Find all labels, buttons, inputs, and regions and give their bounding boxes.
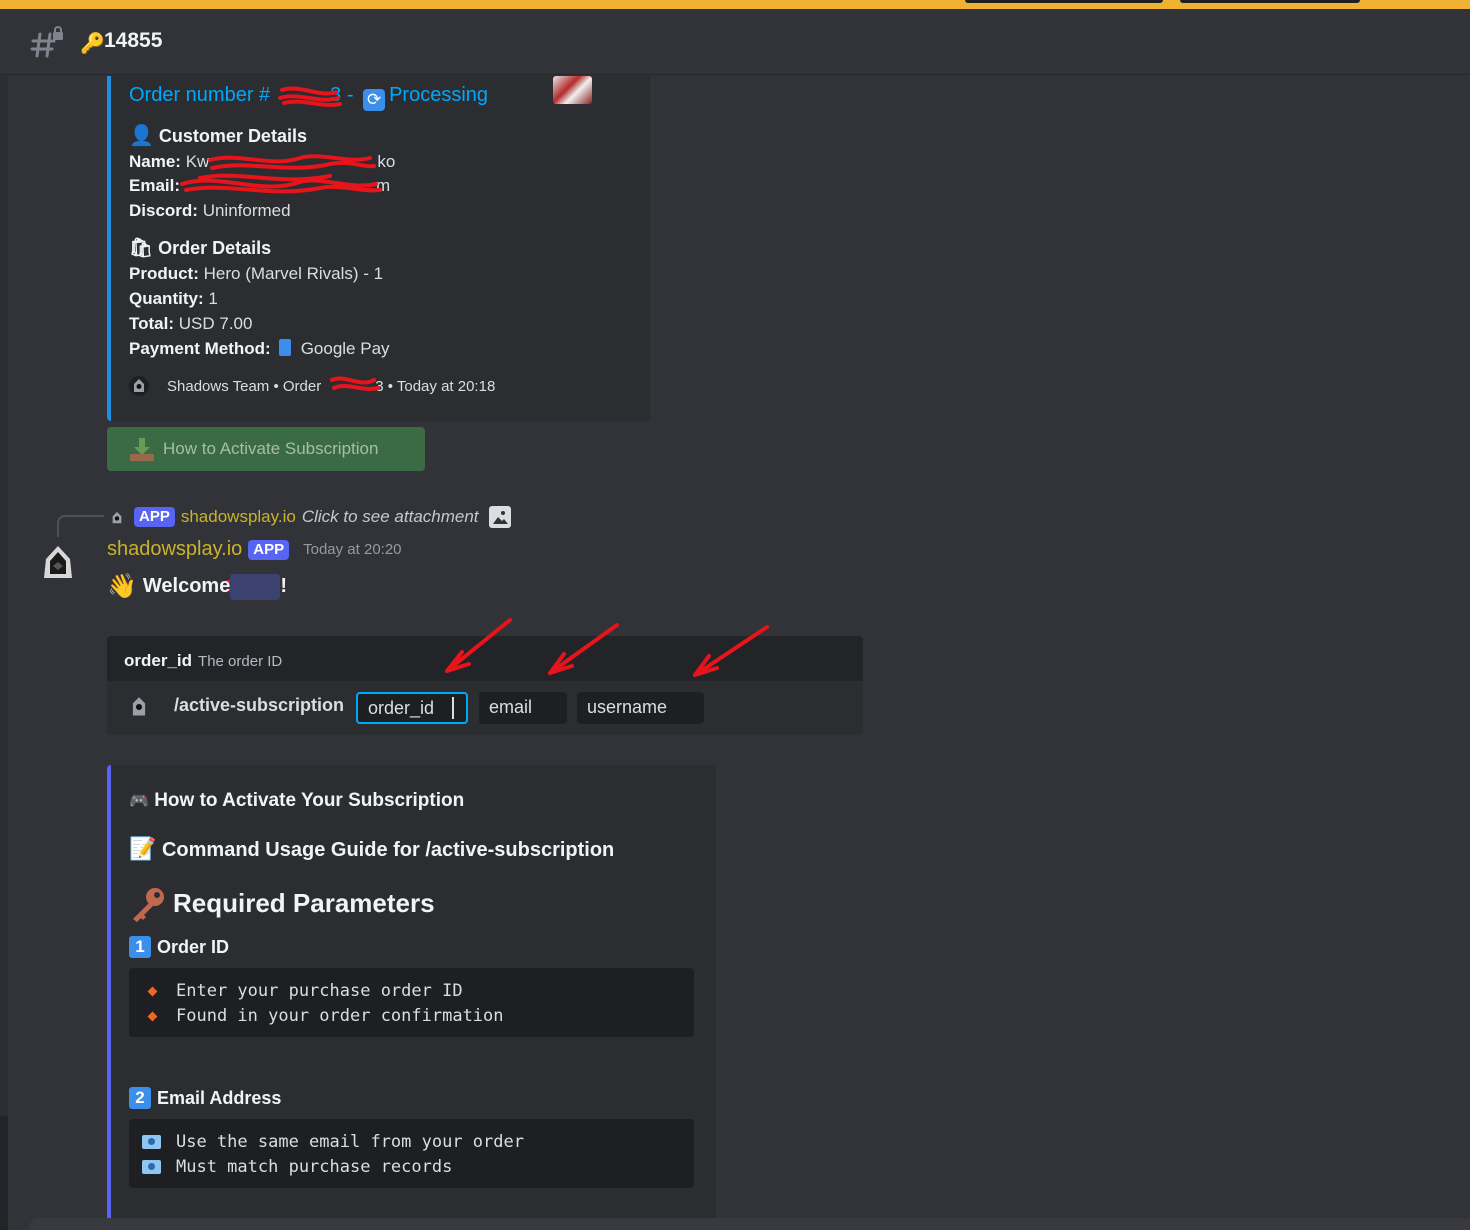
game-controller-icon: 🎮: [129, 793, 149, 810]
email-icon: [142, 1135, 161, 1149]
param2-line-1: Use the same email from your order: [129, 1130, 694, 1155]
keycap-2-icon: 2: [129, 1087, 151, 1109]
param2-codeblock: Use the same email from your order Must …: [129, 1119, 694, 1188]
guide-title: 🎮 How to Activate Your Subscription: [129, 790, 465, 811]
param1-codeblock: Enter your purchase order ID Found in yo…: [129, 968, 694, 1037]
param2-heading: 2 Email Address: [129, 1087, 281, 1109]
guide-subtitle: 📝 Command Usage Guide for /active-subscr…: [129, 836, 615, 861]
key-icon: [133, 888, 164, 922]
keycap-1-icon: 1: [129, 936, 151, 958]
required-parameters-heading: Required Parameters: [173, 888, 435, 918]
param1-line-2: Found in your order confirmation: [129, 1004, 694, 1029]
orange-diamond-icon: [147, 1011, 158, 1022]
param1-heading: 1 Order ID: [129, 936, 229, 958]
memo-icon: 📝: [129, 836, 157, 861]
param2-line-2: Must match purchase records: [129, 1155, 694, 1180]
orange-diamond-icon: [147, 986, 158, 997]
email-icon: [142, 1160, 161, 1174]
message-composer-edge[interactable]: [30, 1218, 1470, 1230]
param1-line-1: Enter your purchase order ID: [129, 979, 694, 1004]
